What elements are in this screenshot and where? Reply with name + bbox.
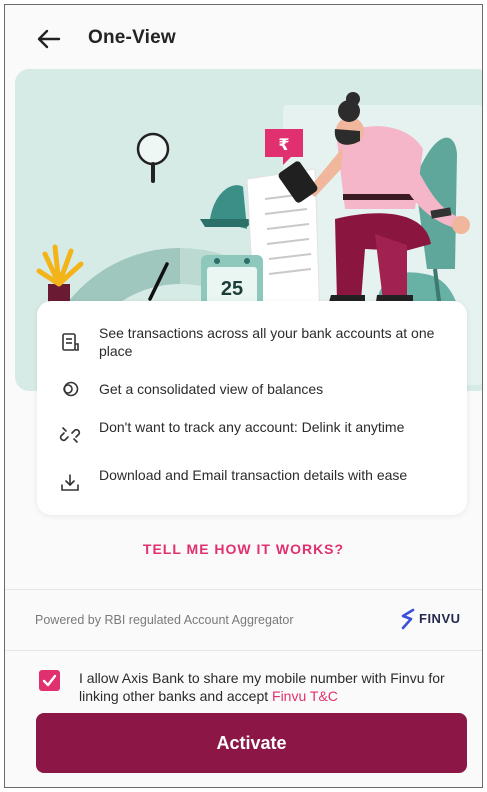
divider xyxy=(5,650,482,651)
features-card: See transactions across all your bank ac… xyxy=(37,301,467,515)
arrow-left-icon xyxy=(37,29,61,49)
feature-text: See transactions across all your bank ac… xyxy=(99,325,435,359)
powered-by-text: Powered by RBI regulated Account Aggrega… xyxy=(35,613,294,627)
divider xyxy=(5,589,482,590)
activate-button[interactable]: Activate xyxy=(36,713,467,773)
finvu-mark-icon xyxy=(401,608,415,630)
unlink-icon xyxy=(59,427,81,443)
consent-statement: I allow Axis Bank to share my mobile num… xyxy=(79,670,445,704)
how-it-works-link[interactable]: TELL ME HOW IT WORKS? xyxy=(5,541,482,557)
feature-text: Get a consolidated view of balances xyxy=(99,381,324,397)
finvu-wordmark: FINVU xyxy=(419,611,461,626)
coins-icon xyxy=(63,381,79,397)
back-button[interactable] xyxy=(35,27,63,51)
feature-text: Don't want to track any account: Delink … xyxy=(99,419,405,435)
header: One-View xyxy=(5,5,482,69)
statement-icon xyxy=(62,333,79,351)
feature-text: Download and Email transaction details w… xyxy=(99,467,408,483)
rupee-symbol: ₹ xyxy=(278,135,289,154)
app-screen: One-View 25 ₹ See transactions across al… xyxy=(4,4,483,788)
download-icon xyxy=(61,474,79,491)
page-title: One-View xyxy=(88,27,176,48)
consent-checkbox[interactable] xyxy=(39,670,60,691)
calendar-day-label: 25 xyxy=(221,278,243,300)
finvu-tc-link[interactable]: Finvu T&C xyxy=(272,688,338,704)
checkmark-icon xyxy=(42,674,57,687)
consent-text: I allow Axis Bank to share my mobile num… xyxy=(79,669,474,705)
